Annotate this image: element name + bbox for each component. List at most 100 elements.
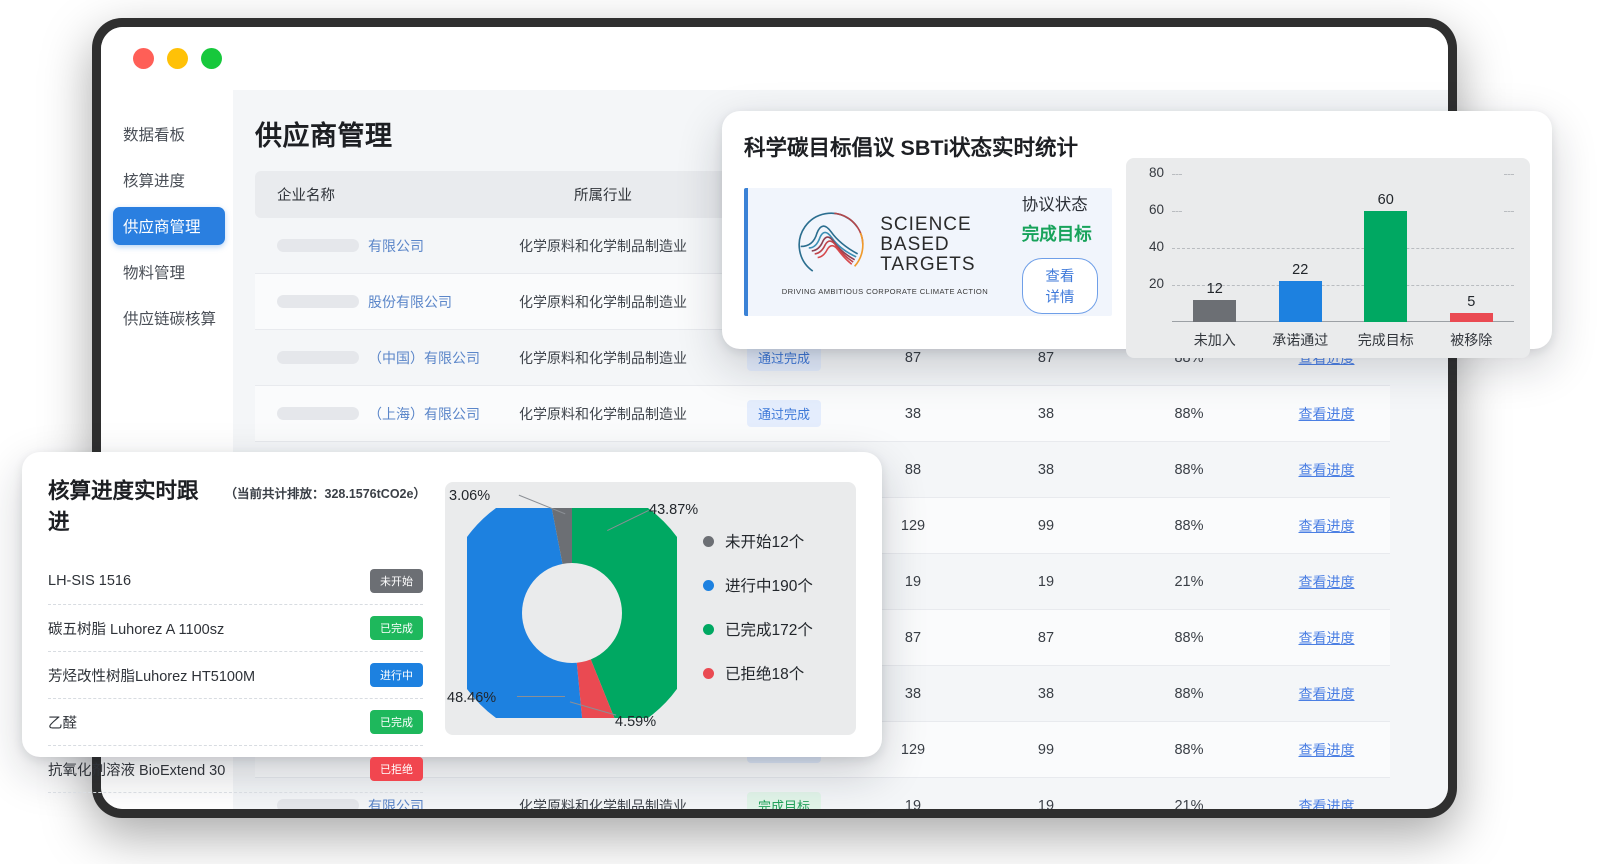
cell-action: 查看进度 <box>1263 665 1390 722</box>
cell-action: 查看进度 <box>1263 609 1390 666</box>
cell-action: 查看进度 <box>1263 497 1390 554</box>
material-name: 芳烃改性树脂Luhorez HT5100M <box>48 668 256 685</box>
sbti-bar-chart: 20 40 60 80 12 22 60 5 未加入 承诺通过 完成目标 被移除 <box>1126 158 1530 358</box>
sidebar-item-dashboard[interactable]: 数据看板 <box>113 115 225 153</box>
donut-pct-rejected: 4.59% <box>615 714 657 730</box>
progress-card-title: 核算进度实时跟进 <box>48 479 199 534</box>
sidebar-item-accounting-progress[interactable]: 核算进度 <box>113 161 225 199</box>
cell-action: 查看进度 <box>1263 441 1390 498</box>
cell-industry: 化学原料和化学制品制造业 <box>487 273 719 330</box>
company-suffix: 有限公司 <box>368 237 424 254</box>
redacted-name <box>277 407 359 420</box>
progress-list-panel: 核算进度实时跟进 （当前共计排放：328.1576tCO2e） LH-SIS 1… <box>48 474 426 793</box>
legend-color-dot <box>703 667 714 679</box>
view-progress-link[interactable]: 查看进度 <box>1299 518 1355 534</box>
redacted-name <box>277 239 359 252</box>
bar-rect[interactable] <box>1193 299 1237 322</box>
cell-completion: 88% <box>1115 385 1263 442</box>
view-detail-button[interactable]: 查看详情 <box>1021 257 1098 314</box>
table-row[interactable]: 有限公司 化学原料和化学制品制造业 完成目标 19 19 21% 查看进度 <box>255 777 1390 810</box>
progress-list-item[interactable]: 抗氧化剂溶液 BioExtend 30 已拒绝 <box>48 746 423 793</box>
progress-list-item[interactable]: LH-SIS 1516 未开始 <box>48 558 423 605</box>
redacted-name <box>277 295 359 308</box>
sbti-status-value: 完成目标 <box>1021 223 1092 244</box>
progress-card-subtitle: （当前共计排放：328.1576tCO2e） <box>224 487 426 501</box>
donut-hole <box>522 563 622 663</box>
company-suffix: （中国）有限公司 <box>368 349 480 366</box>
progress-list-item[interactable]: 乙醛 已完成 <box>48 699 423 746</box>
donut-legend-item[interactable]: 已拒绝18个 <box>703 662 813 684</box>
legend-label: 未开始12个 <box>725 534 805 551</box>
cell-company-name: （中国）有限公司 <box>255 329 487 386</box>
donut-leader-3 <box>517 696 565 698</box>
cell-product-count: 38 <box>977 665 1115 722</box>
view-progress-link[interactable]: 查看进度 <box>1299 742 1355 758</box>
minimize-icon[interactable] <box>167 48 188 69</box>
cell-action: 查看进度 <box>1263 721 1390 778</box>
industry-text: 化学原料和化学制品制造业 <box>519 405 687 422</box>
bar-chart-plot: 20 40 60 80 12 22 60 5 未加入 承诺通过 完成目标 被移除 <box>1126 158 1530 358</box>
cell-completion: 88% <box>1115 665 1263 722</box>
material-name: 乙醛 <box>48 715 77 732</box>
view-progress-link[interactable]: 查看进度 <box>1299 462 1355 478</box>
sidebar-item-material-management[interactable]: 物料管理 <box>113 253 225 291</box>
bar-xtick-label: 完成目标 <box>1357 332 1414 348</box>
status-badge: 通过完成 <box>746 400 821 427</box>
sbti-logo-panel: SCIENCE BASED TARGETS DRIVING AMBITIOUS … <box>744 188 1112 316</box>
company-suffix: （上海）有限公司 <box>368 405 480 422</box>
material-name: LH-SIS 1516 <box>48 573 132 589</box>
progress-status-pill: 已完成 <box>370 710 423 734</box>
legend-label: 进行中190个 <box>725 578 813 595</box>
table-row[interactable]: （上海）有限公司 化学原料和化学制品制造业 通过完成 38 38 88% 查看进度 <box>255 385 1390 442</box>
bar-xtick-label: 未加入 <box>1193 332 1236 348</box>
col-company-name[interactable]: 企业名称 <box>255 171 487 218</box>
donut-legend-item[interactable]: 未开始12个 <box>703 530 813 552</box>
bar-rect[interactable] <box>1278 281 1322 322</box>
progress-list-item[interactable]: 芳烃改性树脂Luhorez HT5100M 进行中 <box>48 652 423 699</box>
cell-company-name: 有限公司 <box>255 218 487 274</box>
donut-legend-item[interactable]: 进行中190个 <box>703 574 813 596</box>
donut-legend-item[interactable]: 已完成172个 <box>703 618 813 640</box>
view-progress-link[interactable]: 查看进度 <box>1299 630 1355 646</box>
redacted-name <box>277 799 359 809</box>
sidebar-item-supplier-management[interactable]: 供应商管理 <box>113 207 225 245</box>
cell-product-count: 19 <box>977 553 1115 610</box>
view-progress-link[interactable]: 查看进度 <box>1299 406 1355 422</box>
maximize-icon[interactable] <box>201 48 222 69</box>
bar-ytick-60: 60 <box>1148 202 1164 217</box>
cell-completion: 88% <box>1115 497 1263 554</box>
cell-material-count: 19 <box>849 777 977 809</box>
material-name: 碳五树脂 Luhorez A 1100sz <box>48 621 225 638</box>
bar-ytick-20: 20 <box>1148 276 1164 291</box>
col-industry[interactable]: 所属行业 <box>487 171 719 218</box>
sbt-circle-icon <box>798 212 864 278</box>
view-progress-link[interactable]: 查看进度 <box>1299 686 1355 702</box>
progress-list-item[interactable]: 碳五树脂 Luhorez A 1100sz 已完成 <box>48 605 423 652</box>
cell-industry: 化学原料和化学制品制造业 <box>487 777 719 810</box>
sbt-wordmark: SCIENCE BASED TARGETS <box>880 215 975 275</box>
bar-column[interactable]: 12 <box>1172 174 1258 322</box>
cell-product-count: 38 <box>977 441 1115 498</box>
cell-action: 查看进度 <box>1263 385 1390 442</box>
progress-status-pill: 未开始 <box>370 569 423 593</box>
cell-sbti-status: 完成目标 <box>719 777 849 809</box>
cell-industry: 化学原料和化学制品制造业 <box>487 385 719 442</box>
industry-text: 化学原料和化学制品制造业 <box>519 797 687 810</box>
bar-value-label: 5 <box>1467 293 1476 310</box>
sidebar-item-supply-chain-carbon[interactable]: 供应链碳核算 <box>113 299 225 337</box>
bar-rect[interactable] <box>1449 312 1493 322</box>
bar-column[interactable]: 5 <box>1429 174 1515 322</box>
company-suffix: 有限公司 <box>368 797 424 810</box>
donut-pct-completed: 43.87% <box>649 502 699 518</box>
sbti-card-body: SCIENCE BASED TARGETS DRIVING AMBITIOUS … <box>744 158 1530 358</box>
bar-column[interactable]: 60 <box>1343 174 1429 322</box>
view-progress-link[interactable]: 查看进度 <box>1299 574 1355 590</box>
status-badge: 完成目标 <box>746 792 821 809</box>
bar-column[interactable]: 22 <box>1258 174 1344 322</box>
view-progress-link[interactable]: 查看进度 <box>1299 798 1355 810</box>
bar-ytick-40: 40 <box>1148 239 1164 254</box>
donut-pct-inprogress: 48.46% <box>447 690 497 706</box>
close-icon[interactable] <box>133 48 154 69</box>
donut-pct-unstarted: 3.06% <box>449 488 491 504</box>
bar-rect[interactable] <box>1364 211 1408 322</box>
